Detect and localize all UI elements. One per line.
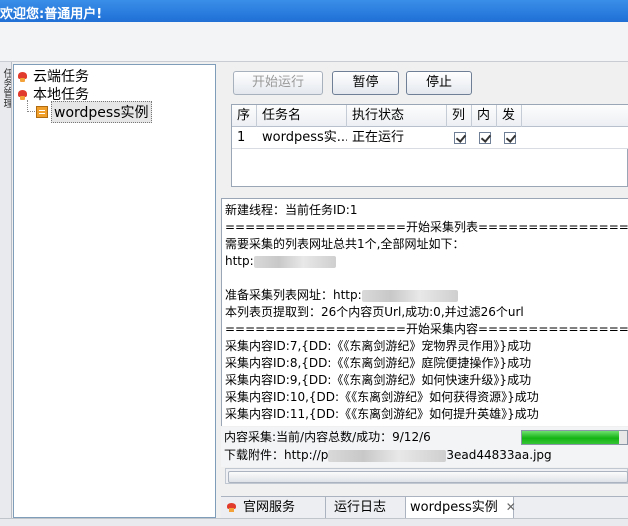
- log-line: 新建线程：当前任务ID:1: [225, 203, 358, 217]
- top-toolbar-area: [0, 22, 628, 62]
- column-header-task-name[interactable]: 任务名: [257, 105, 347, 127]
- cell-task-name: wordpess实...: [262, 130, 347, 145]
- tab-label: wordpess实例: [410, 500, 498, 515]
- collection-progress-bar: [521, 430, 628, 445]
- log-line: 采集内容ID:10,{DD:《《东离剑游纪》如何获得资源》}成功: [225, 390, 539, 404]
- vertical-tab-task-manager[interactable]: 任务管理: [1, 68, 11, 116]
- task-tree: 云端任务 本地任务 wordpess实例: [13, 64, 216, 518]
- horizontal-scrollbar[interactable]: [225, 468, 628, 484]
- download-prefix: 下载附件：http://p: [224, 448, 329, 462]
- pause-button[interactable]: 暂停: [332, 71, 399, 95]
- content-progress-text: 内容采集:当前/内容总数/成功：9/12/6: [224, 430, 431, 444]
- window-title: 欢迎您:普通用户!: [0, 7, 103, 22]
- redacted-url: [361, 289, 458, 302]
- bottom-status-strip: [0, 518, 628, 526]
- redacted-url: [328, 449, 447, 462]
- column-header-index[interactable]: 序: [232, 105, 257, 127]
- cell-status: 正在运行: [352, 130, 405, 145]
- log-line: 需要采集的列表网址总共1个,全部网址如下：: [225, 237, 465, 251]
- local-task-icon: [16, 87, 30, 101]
- tree-item-wordpess-example[interactable]: wordpess实例: [36, 101, 152, 123]
- log-line: 采集内容ID:11,{DD:《《东离剑游纪》如何提升英雄》}成功: [225, 407, 539, 421]
- log-line-text: 准备采集列表网址：http:: [225, 288, 362, 302]
- column-header-list[interactable]: 列: [447, 105, 472, 127]
- bottom-tab-bar: 官网服务 运行日志 wordpess实例 ✕: [221, 496, 628, 518]
- cloud-task-icon: [16, 69, 30, 83]
- log-line: 采集内容ID:8,{DD:《《东离剑游纪》庭院便捷操作》}成功: [225, 356, 532, 370]
- tab-official-service[interactable]: 官网服务: [221, 497, 326, 518]
- log-line: 采集内容ID:9,{DD:《《东离剑游纪》如何快速升级》}成功: [225, 373, 532, 387]
- title-bar: 欢迎您:普通用户!: [0, 0, 628, 22]
- log-line: 本列表页提取到：26个内容页Url,成功:0,并过滤26个url: [225, 305, 524, 319]
- tree-connector: [27, 111, 35, 112]
- publish-checkbox[interactable]: [504, 132, 516, 144]
- log-line: ==================开始采集内容================…: [225, 322, 628, 336]
- cell-index: 1: [237, 130, 246, 145]
- tab-run-log[interactable]: 运行日志: [326, 497, 406, 518]
- column-header-status[interactable]: 执行状态: [347, 105, 447, 127]
- list-checkbox[interactable]: [454, 132, 466, 144]
- tab-label: 官网服务: [243, 500, 296, 515]
- log-line-redacted-url: http:: [225, 253, 336, 270]
- tree-item-cloud-tasks[interactable]: 云端任务: [16, 67, 89, 85]
- table-header: 序 任务名 执行状态 列 内 发: [232, 105, 628, 127]
- left-dock-strip: [0, 62, 12, 526]
- table-row[interactable]: 1 wordpess实... 正在运行: [232, 127, 628, 149]
- cloud-service-icon: [225, 502, 239, 514]
- start-run-button[interactable]: 开始运行: [233, 71, 323, 95]
- task-document-icon: [36, 106, 48, 118]
- log-line-text: http:: [225, 254, 254, 268]
- log-line-redacted-url: 准备采集列表网址：http:: [225, 287, 458, 304]
- log-line: ==================开始采集列表================…: [225, 220, 628, 234]
- column-header-content[interactable]: 内: [472, 105, 497, 127]
- tab-wordpess-example[interactable]: wordpess实例 ✕: [406, 497, 516, 518]
- close-icon[interactable]: ✕: [506, 497, 516, 518]
- download-attachment-text: 下载附件：http://p 3ead44833aa.jpg: [224, 446, 552, 464]
- content-checkbox[interactable]: [479, 132, 491, 144]
- tree-item-label: wordpess实例: [51, 101, 152, 123]
- tree-item-label: 云端任务: [33, 69, 89, 85]
- redacted-url: [253, 255, 336, 268]
- tab-label: 运行日志: [334, 500, 387, 515]
- download-suffix: 3ead44833aa.jpg: [446, 448, 552, 462]
- column-header-publish[interactable]: 发: [497, 105, 522, 127]
- progress-fill: [522, 431, 619, 444]
- run-log-panel: 新建线程：当前任务ID:1 ==================开始采集列表==…: [221, 198, 628, 426]
- stop-button[interactable]: 停止: [406, 71, 472, 95]
- task-table: 序 任务名 执行状态 列 内 发 1 wordpess实... 正在运行: [231, 104, 628, 187]
- log-line: 采集内容ID:7,{DD:《《东离剑游纪》宠物界灵作用》}成功: [225, 339, 532, 353]
